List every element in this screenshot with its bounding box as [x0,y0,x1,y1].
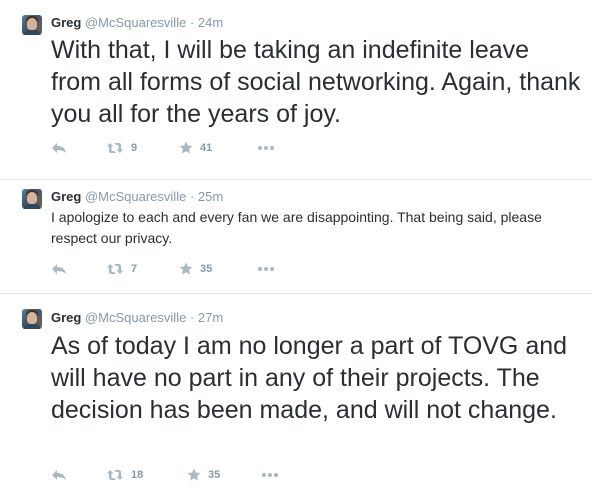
more-button[interactable] [257,140,275,156]
more-button[interactable] [261,467,279,483]
star-icon [179,262,193,275]
author-handle[interactable]: @McSquaresville [85,15,186,30]
author-handle[interactable]: @McSquaresville [85,310,186,325]
retweet-count: 9 [131,142,138,154]
tweet[interactable]: Greg @McSquaresville · 25m I apologize t… [0,180,592,294]
separator: · [189,189,195,204]
avatar[interactable] [22,189,42,209]
tweet-text: With that, I will be taking an indefinit… [51,36,581,128]
more-icon [262,473,278,477]
more-icon [258,146,274,150]
tweet-feed: Greg @McSquaresville · 24m With that, I … [0,0,592,501]
favorite-button[interactable]: 35 [179,261,212,277]
favorite-count: 41 [200,142,213,154]
favorite-count: 35 [200,263,213,275]
tweet-text: I apologize to each and every fan we are… [51,209,542,246]
reply-button[interactable] [51,261,67,277]
retweet-count: 7 [131,263,138,275]
retweet-button[interactable]: 7 [106,261,137,277]
star-icon [187,468,201,481]
tweet-header: Greg @McSquaresville · 25m [51,189,223,205]
separator: · [189,310,195,325]
favorite-button[interactable]: 35 [187,467,220,483]
reply-icon [52,264,66,274]
separator: · [189,15,195,30]
tweet-timestamp[interactable]: 24m [198,15,223,30]
retweet-icon [107,470,123,480]
tweet-header: Greg @McSquaresville · 24m [51,15,223,31]
tweet[interactable]: Greg @McSquaresville · 27m As of today I… [0,294,592,501]
retweet-button[interactable]: 9 [106,140,137,156]
author-handle[interactable]: @McSquaresville [85,189,186,204]
retweet-icon [107,143,123,153]
tweet[interactable]: Greg @McSquaresville · 24m With that, I … [0,0,592,180]
more-button[interactable] [257,261,275,277]
author-name[interactable]: Greg [51,189,81,204]
reply-icon [52,143,66,153]
tweet-actions: 18 35 [51,467,291,483]
tweet-text: As of today I am no longer a part of TOV… [51,332,568,424]
reply-button[interactable] [51,467,67,483]
retweet-button[interactable]: 18 [106,467,143,483]
reply-button[interactable] [51,140,67,156]
retweet-count: 18 [131,469,144,481]
favorite-button[interactable]: 41 [179,140,212,156]
tweet-actions: 9 41 [51,140,291,156]
avatar[interactable] [22,309,42,329]
tweet-actions: 7 35 [51,261,291,277]
star-icon [179,141,193,154]
tweet-timestamp[interactable]: 25m [198,189,223,204]
tweet-timestamp[interactable]: 27m [198,310,223,325]
favorite-count: 35 [208,469,221,481]
reply-icon [52,470,66,480]
author-name[interactable]: Greg [51,15,81,30]
author-name[interactable]: Greg [51,310,81,325]
tweet-header: Greg @McSquaresville · 27m [51,310,223,326]
more-icon [258,267,274,271]
retweet-icon [107,264,123,274]
avatar[interactable] [22,15,42,35]
